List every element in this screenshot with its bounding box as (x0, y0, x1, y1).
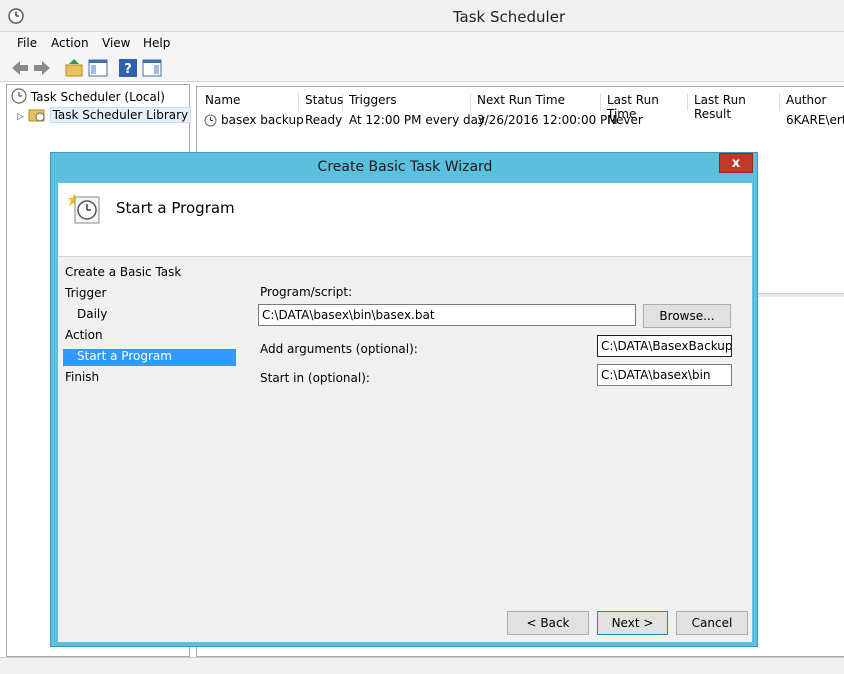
tree-root-label: Task Scheduler (Local) (30, 90, 165, 104)
column-header-author[interactable]: Author (780, 93, 844, 111)
dialog-title: Create Basic Task Wizard (317, 159, 493, 175)
browse-button[interactable]: Browse... (643, 304, 731, 328)
step-daily: Daily (77, 307, 108, 321)
column-header-next-run[interactable]: Next Run Time (471, 93, 601, 111)
expand-chevron-icon[interactable]: ▷ (17, 112, 24, 122)
cell-triggers: At 12:00 PM every day (349, 113, 486, 127)
step-finish: Finish (65, 370, 100, 384)
start-in-label: Start in (optional): (260, 371, 370, 385)
cell-author: 6KARE\erta (786, 113, 844, 127)
menu-action[interactable]: Action (51, 36, 89, 50)
clock-icon (11, 88, 27, 104)
back-button[interactable]: < Back (507, 611, 589, 635)
program-script-field[interactable]: C:\DATA\basex\bin\basex.bat (258, 304, 636, 326)
svg-text:?: ? (124, 62, 132, 77)
step-start-a-program: Start a Program (63, 349, 236, 366)
task-clock-icon (204, 114, 217, 127)
title-bar: Task Scheduler (0, 0, 844, 32)
column-header-last-result[interactable]: Last Run Result (688, 93, 780, 121)
status-bar (0, 657, 844, 674)
close-button[interactable]: x (719, 153, 753, 173)
cell-status: Ready (305, 113, 343, 127)
column-header-name[interactable]: Name (199, 93, 299, 111)
step-trigger: Trigger (65, 286, 107, 300)
toolbar: ? (0, 54, 844, 82)
menu-file[interactable]: File (17, 36, 37, 50)
dialog-body: Start a Program Create a Basic Task Trig… (58, 183, 752, 642)
tree-item-root[interactable]: Task Scheduler (Local) (11, 88, 165, 106)
next-button[interactable]: Next > (597, 611, 668, 635)
column-header-status[interactable]: Status (299, 93, 343, 111)
menu-help[interactable]: Help (143, 36, 170, 50)
menu-view[interactable]: View (102, 36, 130, 50)
tree-library-label: Task Scheduler Library (49, 107, 192, 123)
pane-splitter[interactable] (757, 293, 844, 297)
show-hide-tree-icon[interactable] (88, 58, 108, 78)
column-header-last-run[interactable]: Last Run Time (601, 93, 688, 121)
menu-bar: File Action View Help (0, 32, 844, 54)
up-folder-icon[interactable] (64, 58, 84, 78)
cancel-button[interactable]: Cancel (676, 611, 748, 635)
wizard-header: Start a Program (58, 183, 752, 257)
cell-last-run: Never (607, 113, 643, 127)
step-create-basic-task: Create a Basic Task (65, 265, 182, 279)
cell-next-run: 3/26/2016 12:00:00 PM (477, 113, 618, 127)
folder-clock-icon (28, 109, 45, 122)
cell-name: basex backup (221, 113, 304, 127)
help-icon[interactable]: ? (118, 58, 138, 78)
start-in-field[interactable]: C:\DATA\basex\bin (597, 364, 732, 386)
add-arguments-label: Add arguments (optional): (260, 342, 418, 356)
task-wizard-icon (68, 193, 100, 224)
add-arguments-field[interactable]: C:\DATA\BasexBackup.x (597, 335, 732, 357)
app-title: Task Scheduler (452, 8, 566, 26)
back-arrow-icon[interactable] (10, 58, 30, 78)
tree-item-library[interactable]: ▷ Task Scheduler Library (17, 106, 192, 124)
forward-arrow-icon[interactable] (32, 58, 52, 78)
wizard-page-title: Start a Program (116, 199, 235, 217)
wizard-steps: Create a Basic Task Trigger Daily Action… (58, 257, 246, 642)
column-header-triggers[interactable]: Triggers (343, 93, 471, 111)
program-script-label: Program/script: (260, 285, 353, 299)
step-action: Action (65, 328, 103, 342)
create-basic-task-dialog: Create Basic Task Wizard x Start a Progr… (50, 152, 758, 647)
show-hide-action-pane-icon[interactable] (142, 58, 162, 78)
